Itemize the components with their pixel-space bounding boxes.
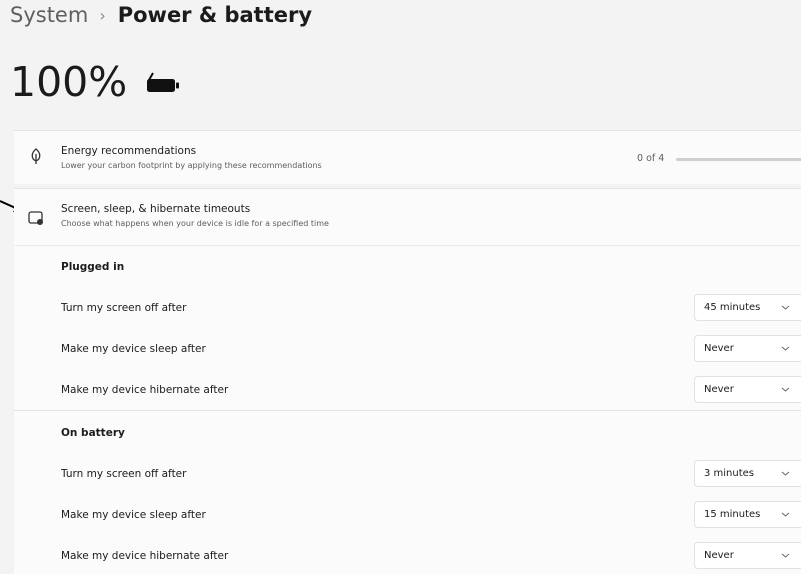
energy-recommendations-card[interactable]: Energy recommendations Lower your carbon… [14, 130, 801, 184]
plugged-hibernate-value: Never [704, 384, 734, 395]
battery-percent: 100% [10, 58, 128, 106]
plugged-screen-off-value: 45 minutes [704, 302, 761, 313]
battery-sleep-value: 15 minutes [704, 509, 761, 520]
battery-hibernate-dropdown[interactable]: Never [694, 542, 801, 569]
plugged-sleep-label: Make my device sleep after [61, 343, 206, 355]
battery-screen-off-dropdown[interactable]: 3 minutes [694, 460, 801, 487]
plugged-hibernate-dropdown[interactable]: Never [694, 376, 801, 403]
breadcrumb-system-link[interactable]: System [10, 3, 88, 27]
leaf-icon [31, 148, 41, 164]
timeouts-subtitle: Choose what happens when your device is … [61, 219, 329, 228]
recommendations-progress-label: 0 of 4 [637, 153, 665, 164]
screen-sleep-icon [28, 211, 43, 225]
battery-screen-off-value: 3 minutes [704, 468, 755, 479]
breadcrumb: System › Power & battery [10, 3, 312, 27]
plugged-screen-off-label: Turn my screen off after [61, 302, 187, 314]
chevron-down-icon [781, 512, 790, 517]
chevron-down-icon [781, 387, 790, 392]
battery-screen-off-label: Turn my screen off after [61, 468, 187, 480]
plugged-sleep-dropdown[interactable]: Never [694, 335, 801, 362]
timeouts-title[interactable]: Screen, sleep, & hibernate timeouts [61, 203, 250, 215]
chevron-down-icon [781, 305, 790, 310]
section-divider [14, 410, 801, 411]
on-battery-heading: On battery [61, 427, 125, 439]
battery-sleep-label: Make my device sleep after [61, 509, 206, 521]
plugged-screen-off-dropdown[interactable]: 45 minutes [694, 294, 801, 321]
timeouts-header-divider [14, 245, 801, 246]
battery-sleep-dropdown[interactable]: 15 minutes [694, 501, 801, 528]
recommendations-progress-bar [676, 158, 801, 161]
plugged-sleep-value: Never [704, 343, 734, 354]
battery-charging-icon [147, 72, 180, 92]
energy-recommendations-title: Energy recommendations [61, 145, 197, 157]
energy-recommendations-subtitle: Lower your carbon footprint by applying … [61, 161, 322, 170]
battery-hibernate-label: Make my device hibernate after [61, 550, 229, 562]
plugged-in-heading: Plugged in [61, 261, 125, 273]
chevron-down-icon [781, 553, 790, 558]
page-title: Power & battery [117, 3, 313, 27]
plugged-hibernate-label: Make my device hibernate after [61, 384, 229, 396]
chevron-down-icon [781, 346, 790, 351]
chevron-down-icon [781, 471, 790, 476]
timeouts-section: Screen, sleep, & hibernate timeouts Choo… [14, 188, 801, 574]
battery-status: 100% [10, 54, 183, 110]
breadcrumb-separator-icon: › [99, 5, 106, 25]
battery-hibernate-value: Never [704, 550, 734, 561]
